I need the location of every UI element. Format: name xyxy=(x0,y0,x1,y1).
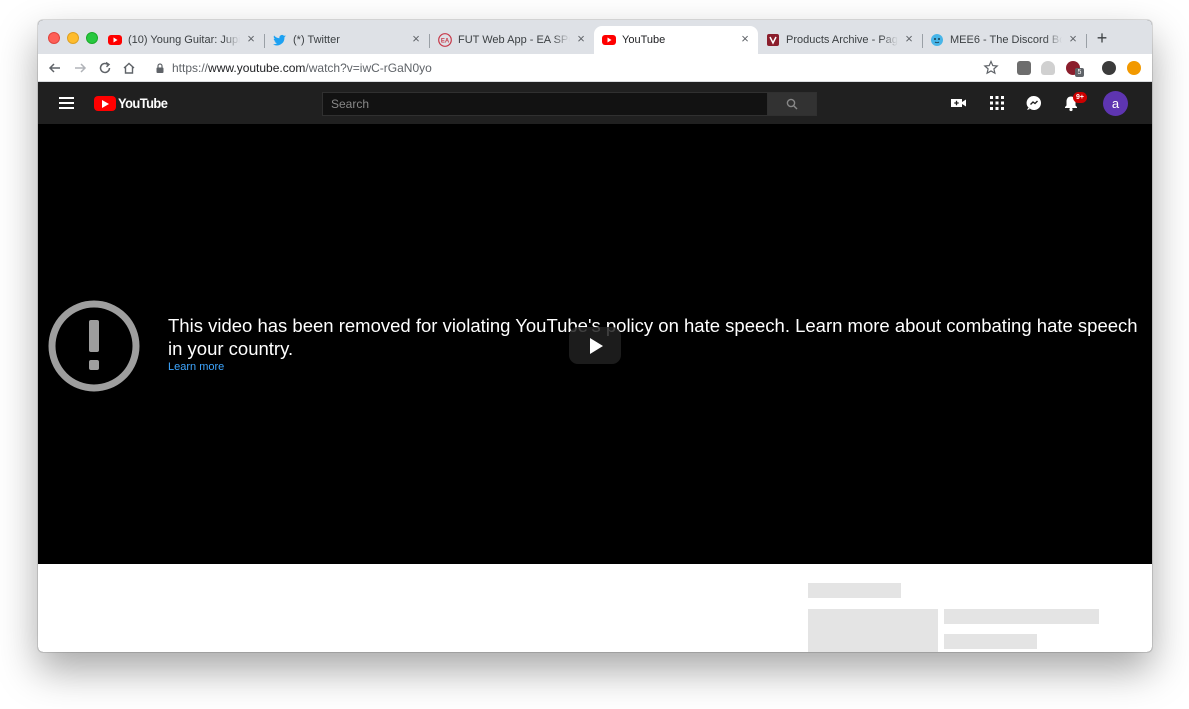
youtube-icon xyxy=(602,35,616,45)
menu-icon[interactable] xyxy=(59,97,74,109)
tab-close-icon[interactable]: × xyxy=(244,32,258,46)
video-removed-message: This video has been removed for violatin… xyxy=(168,315,1138,359)
tab-youtube-active[interactable]: YouTube × xyxy=(594,26,758,54)
profile-extension-icon[interactable] xyxy=(1102,61,1116,75)
tab-title: (10) Young Guitar: Jupiter xyxy=(128,34,240,46)
tab-mee6[interactable]: MEE6 - The Discord Bot × xyxy=(922,26,1087,54)
alert-extension-icon[interactable] xyxy=(1127,61,1141,75)
tab-strip: (10) Young Guitar: Jupiter × (*) Twitter… xyxy=(38,20,1152,54)
tab-products-archive[interactable]: Products Archive - Page 5 × xyxy=(758,26,923,54)
lock-icon xyxy=(156,63,164,73)
tab-close-icon[interactable]: × xyxy=(738,32,752,46)
drive-extension-icon[interactable] xyxy=(1041,61,1055,75)
url-path: /watch?v=iwC-rGaN0yo xyxy=(305,61,432,75)
browser-window: (10) Young Guitar: Jupiter × (*) Twitter… xyxy=(38,20,1152,652)
exclamation-circle-icon xyxy=(48,300,140,392)
apps-grid-icon[interactable] xyxy=(988,94,1006,112)
skeleton-title-line xyxy=(944,609,1099,624)
svg-text:EA: EA xyxy=(441,39,450,45)
tab-close-icon[interactable]: × xyxy=(574,32,588,46)
mee6-icon xyxy=(931,34,943,46)
tab-close-icon[interactable]: × xyxy=(1066,32,1080,46)
address-bar[interactable]: https://www.youtube.com/watch?v=iwC-rGaN… xyxy=(148,57,1008,79)
youtube-masthead: YouTube 9+ a xyxy=(38,82,1152,124)
skeleton-header xyxy=(808,583,901,598)
avatar[interactable]: a xyxy=(1103,91,1128,116)
tab-young-guitar[interactable]: (10) Young Guitar: Jupiter × xyxy=(100,26,265,54)
bookmark-star-icon[interactable] xyxy=(982,59,1000,77)
ea-icon: EA xyxy=(438,33,452,47)
extension-badge: 5 xyxy=(1075,68,1084,77)
messages-icon[interactable] xyxy=(1025,94,1043,112)
extension-f-icon[interactable] xyxy=(1017,61,1031,75)
tab-close-icon[interactable]: × xyxy=(409,32,423,46)
shop-icon xyxy=(767,34,779,46)
search-icon xyxy=(786,98,798,110)
new-tab-button[interactable]: + xyxy=(1093,29,1111,47)
learn-more-link[interactable]: Learn more xyxy=(168,361,224,373)
window-maximize-button[interactable] xyxy=(86,32,98,44)
url-scheme: https:// xyxy=(172,61,209,75)
below-player-area xyxy=(38,564,1152,652)
search-input[interactable] xyxy=(323,93,767,115)
tab-close-icon[interactable]: × xyxy=(902,32,916,46)
window-close-button[interactable] xyxy=(48,32,60,44)
browser-toolbar: https://www.youtube.com/watch?v=iwC-rGaN… xyxy=(38,54,1152,82)
tab-fut-web-app[interactable]: EA FUT Web App - EA SPORTS × xyxy=(430,26,595,54)
home-button[interactable] xyxy=(120,59,138,77)
skeleton-meta-line xyxy=(944,634,1037,649)
youtube-icon xyxy=(108,35,122,45)
tab-title: MEE6 - The Discord Bot xyxy=(950,34,1062,46)
reload-button[interactable] xyxy=(96,59,114,77)
twitter-icon xyxy=(273,34,286,46)
window-minimize-button[interactable] xyxy=(67,32,79,44)
create-video-icon[interactable] xyxy=(950,94,968,112)
skeleton-thumbnail xyxy=(808,609,938,652)
tab-title: (*) Twitter xyxy=(293,34,340,46)
tab-title: FUT Web App - EA SPORTS xyxy=(458,34,570,46)
arrow-right-icon xyxy=(75,63,87,73)
back-button[interactable] xyxy=(46,59,64,77)
youtube-logo[interactable]: YouTube xyxy=(94,95,172,111)
youtube-logo-icon xyxy=(94,95,116,111)
youtube-logo-text: YouTube xyxy=(118,95,168,111)
url-text: https://www.youtube.com/watch?v=iwC-rGaN… xyxy=(172,61,432,75)
search-button[interactable] xyxy=(767,92,817,116)
tab-twitter[interactable]: (*) Twitter × xyxy=(265,26,430,54)
arrow-left-icon xyxy=(48,63,60,73)
home-icon xyxy=(123,62,135,74)
tab-title: Products Archive - Page 5 xyxy=(786,34,898,46)
video-player[interactable]: This video has been removed for violatin… xyxy=(38,124,1152,564)
url-domain: www.youtube.com xyxy=(208,61,306,75)
notification-count-badge: 9+ xyxy=(1073,92,1087,103)
tab-title: YouTube xyxy=(622,34,666,46)
forward-button[interactable] xyxy=(71,59,89,77)
reload-icon xyxy=(99,61,111,74)
search-box xyxy=(322,92,768,116)
large-play-button[interactable] xyxy=(569,327,621,364)
